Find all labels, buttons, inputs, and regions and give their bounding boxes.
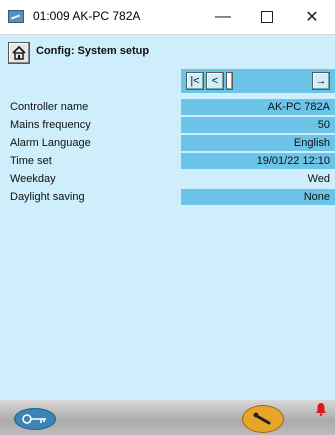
setting-value-field[interactable]: English bbox=[181, 135, 335, 151]
setting-value-field[interactable]: AK-PC 782A bbox=[181, 99, 335, 115]
alarm-bell-icon[interactable] bbox=[314, 402, 328, 416]
next-page-button[interactable]: → bbox=[312, 72, 330, 90]
setting-row-weekday: Weekday Wed bbox=[0, 171, 335, 188]
setting-row-controller-name: Controller name AK-PC 782A bbox=[0, 99, 335, 116]
main-panel: Config: System setup |< < → Controller n… bbox=[0, 35, 335, 400]
setting-label: Alarm Language bbox=[10, 137, 91, 149]
close-icon: ✕ bbox=[305, 9, 319, 26]
setting-value-readonly: Wed bbox=[307, 173, 330, 185]
wrench-icon bbox=[253, 412, 271, 425]
setting-label: Mains frequency bbox=[10, 119, 91, 131]
setting-row-mains-frequency: Mains frequency 50 bbox=[0, 117, 335, 134]
setting-label: Daylight saving bbox=[10, 191, 85, 203]
home-icon bbox=[12, 45, 26, 60]
title-bar: 01:009 AK-PC 782A — ✕ bbox=[0, 0, 335, 35]
service-tool-button[interactable] bbox=[242, 405, 284, 433]
first-page-button[interactable]: |< bbox=[186, 72, 204, 90]
page-title: Config: System setup bbox=[36, 45, 150, 57]
previous-page-icon: < bbox=[211, 74, 219, 87]
setting-row-daylight-saving: Daylight saving None bbox=[0, 189, 335, 206]
setting-label: Controller name bbox=[10, 101, 89, 113]
previous-page-button[interactable]: < bbox=[206, 72, 224, 90]
navigation-bar: |< < → bbox=[181, 69, 335, 93]
first-page-icon: |< bbox=[190, 74, 200, 87]
app-icon[interactable] bbox=[8, 10, 24, 23]
setting-value-field[interactable]: None bbox=[181, 189, 335, 205]
bottom-toolbar bbox=[0, 400, 335, 435]
maximize-button[interactable] bbox=[244, 0, 290, 34]
setting-value-field[interactable]: 19/01/22 12:10 bbox=[181, 153, 335, 169]
home-button[interactable] bbox=[8, 42, 30, 64]
next-page-icon: → bbox=[315, 74, 327, 87]
minimize-button[interactable]: — bbox=[200, 0, 246, 34]
setting-row-time-set: Time set 19/01/22 12:10 bbox=[0, 153, 335, 170]
page-scroll-indicator[interactable] bbox=[226, 72, 233, 90]
close-button[interactable]: ✕ bbox=[289, 0, 335, 34]
setting-label: Time set bbox=[10, 155, 52, 167]
access-key-button[interactable] bbox=[14, 408, 56, 430]
setting-value-field[interactable]: 50 bbox=[181, 117, 335, 133]
minimize-icon: — bbox=[215, 8, 231, 25]
setting-label: Weekday bbox=[10, 173, 56, 185]
maximize-icon bbox=[261, 11, 273, 23]
key-icon bbox=[22, 414, 46, 424]
setting-row-alarm-language: Alarm Language English bbox=[0, 135, 335, 152]
window-title: 01:009 AK-PC 782A bbox=[33, 9, 141, 23]
